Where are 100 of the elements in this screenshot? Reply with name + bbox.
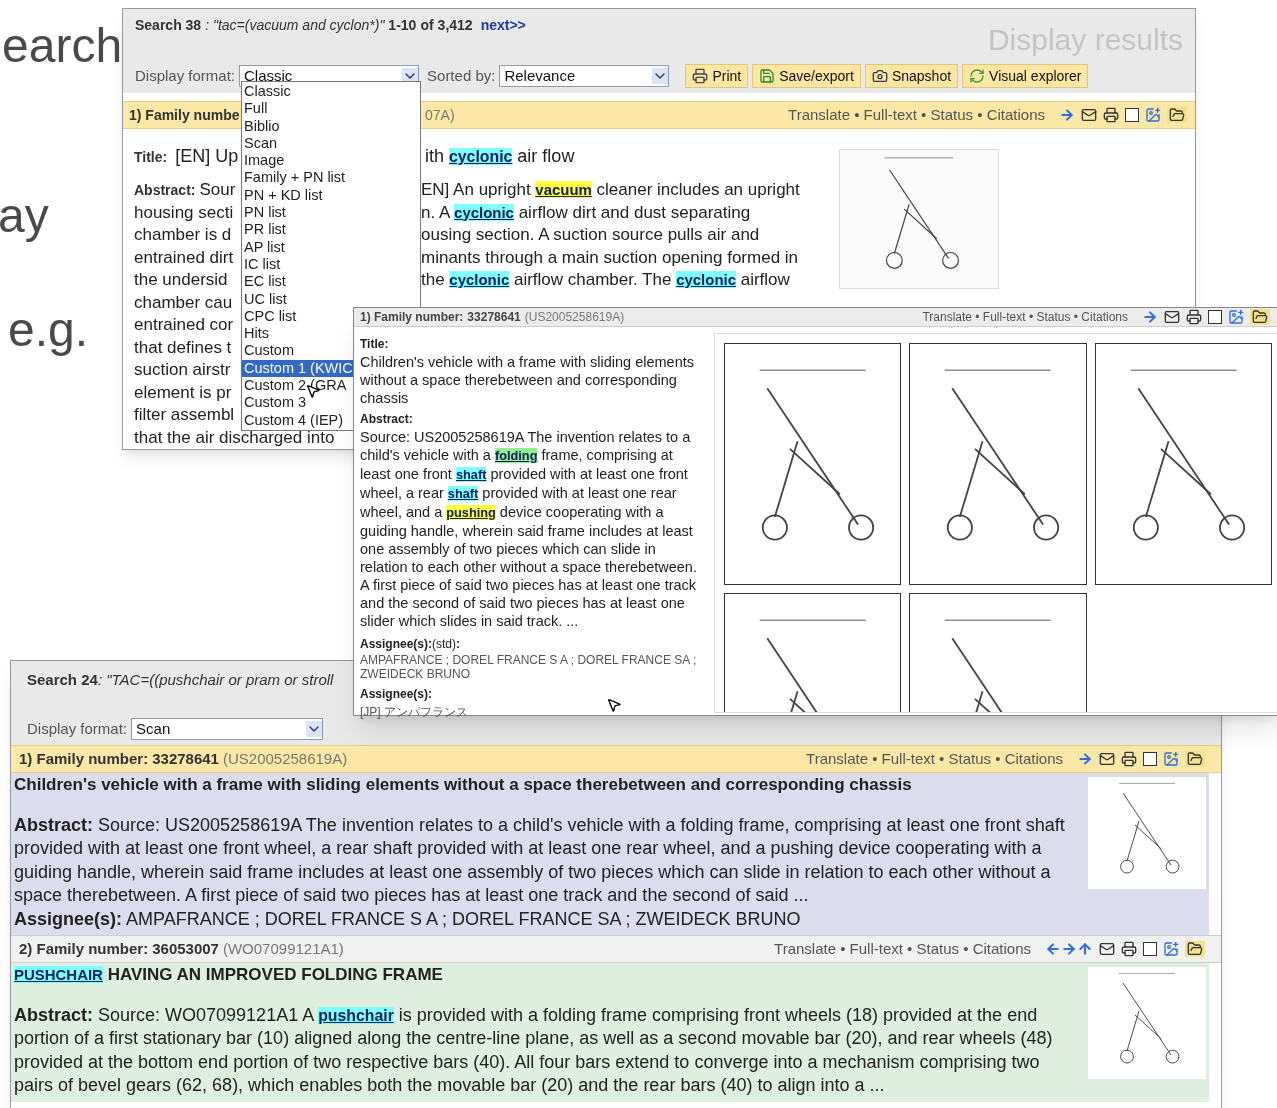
abstract-text: housing secti [134,201,234,224]
arrow-right-icon[interactable] [1059,107,1075,123]
dropdown-option[interactable]: PN list [242,204,420,222]
dropdown-option[interactable]: Custom [242,342,353,360]
toolbar-button[interactable]: Save/export [752,64,861,88]
mail-icon[interactable] [1164,309,1180,325]
select-checkbox[interactable] [1143,942,1157,956]
dropdown-option[interactable]: CPC list [242,307,353,326]
search-query: : "TAC=((pushchair or pram or stroll [97,670,334,690]
abstract-text: Abstract: Source: US2005258619A The invention relates to a child's vehicle with a folding frame, comprising at least one front shaft provided with at least one front wheel, a rear shaft provided with at least one rear wheel, and a pushing device cooperating with a guiding handle, wherein said frame includes at least one assembly of two pieces which can slide in relation to each other without a space therebetween. A first piece of said two pieces has at least one track and the second of said ... [14,813,1066,907]
toolbar-button[interactable]: Snapshot [864,64,959,88]
publication-number: 07A) [425,105,455,125]
dropdown-option[interactable]: IC list [242,255,420,274]
assignee-text: AMPAFRANCE ; DOREL FRANCE S A ; DOREL FRANCE SA ; ZWEIDECK BRUNO [360,653,698,681]
circular-arrows-icon [969,68,986,84]
abstract-text: element is pr [134,381,232,404]
next-link[interactable]: next>> [480,15,526,36]
dropdown-option[interactable]: Custom 4 (IEP) [242,411,353,429]
image-plus-icon[interactable] [1145,107,1161,123]
dropdown-option[interactable]: EC list [242,273,420,291]
family-number: 33278641 [467,309,521,326]
printer-icon[interactable] [1121,941,1137,957]
camera-icon [871,68,888,84]
mouse-cursor-icon [606,697,622,713]
save-icon [759,68,776,84]
abstract-text: the undersid [134,269,228,291]
toolbar-button[interactable]: Print [685,64,749,88]
arrow-right-icon[interactable] [1142,309,1158,325]
dropdown-option[interactable]: PN + KD list [242,186,420,205]
chevron-down-icon [306,720,323,737]
dropdown-option[interactable]: Family + PN list [242,169,420,187]
dropdown-option[interactable]: Full [242,100,420,118]
title-text: Children's vehicle with a frame with sliding elements without a space therebetween and corresponding chassis [360,353,695,407]
slide-text: e.g. [8,306,90,354]
select-checkbox[interactable] [1208,310,1222,324]
assignee-label: Assignee(s): [360,686,434,703]
dropdown-option[interactable]: Custom 1 (KWIC [242,359,353,378]
dropdown-option[interactable]: PR list [242,221,420,239]
search-label: Search 38 [135,16,202,35]
printer-icon [692,68,709,84]
folder-icon[interactable] [1250,309,1270,325]
record-links[interactable]: Translate • Full-text • Status • Citations [922,308,1128,326]
mail-icon[interactable] [1099,941,1115,957]
folder-icon[interactable] [1185,751,1205,767]
image-plus-icon[interactable] [1163,941,1179,957]
record-links[interactable]: Translate • Full-text • Status • Citations [788,103,1045,127]
dropdown-option[interactable]: Biblio [242,117,420,135]
abstract-text: chamber cau [134,291,233,314]
publication-number: (US2005258619A) [222,748,348,769]
abstract-text: Sour [199,179,236,201]
dropdown-option[interactable]: Scan [242,134,420,153]
mail-icon[interactable] [1081,107,1097,123]
abstract-text: Abstract: Source: WO07099121A1 A pushchair is provided with a folding frame comprising front wheels (18) provided at the end portion of a first stationary bar (10) aligned along the centre-line plane, as well as a second movable bar (20), and rear wheels (48) provided at the bottom end portion of two respective bars (40). All four bars extend to converge into a mechanism comprising two pairs of bevel gears (62, 68), which enables both the movable bar (20) and the rear bars (40) to align into a ... [14,1003,1054,1097]
abstract-text: EN] An upright vacuum cleaner includes an upright [421,179,800,201]
mail-icon[interactable] [1099,751,1115,767]
title-text: [EN] Up [175,145,239,168]
image-plus-icon[interactable] [1228,309,1244,325]
image-plus-icon[interactable] [1163,751,1179,767]
dropdown-option[interactable]: Custom 3 [242,394,353,412]
family-number: 33278641 [152,748,219,769]
search-label: Search 24 [27,670,98,690]
assignee-label: Assignee(s):(std): [360,636,462,653]
title-text: ith cyclonic air flow [425,145,575,168]
dropdown-option[interactable]: UC list [242,290,420,308]
record-links[interactable]: Translate • Full-text • Status • Citations [774,937,1031,961]
select-field[interactable]: Scan [131,717,324,740]
folder-icon[interactable] [1167,107,1187,123]
abstract-label: Abstract: [360,411,414,428]
family-number-label: 1) Family number: [360,309,464,326]
dropdown-option[interactable]: Image [242,152,420,170]
slide-text: earch [2,22,120,70]
select-checkbox[interactable] [1125,108,1139,122]
family-number-label: 2) Family number: [19,938,149,959]
of-label: of [420,16,434,35]
search-query: : "tac=(vacuum and cyclon*)" [205,16,385,35]
printer-icon[interactable] [1186,309,1202,325]
printer-icon[interactable] [1103,107,1119,123]
dropdown-option[interactable]: AP list [242,238,420,256]
arrow-left-icon[interactable] [1045,941,1061,957]
select-field[interactable]: Relevance [499,65,670,87]
arrow-right-icon[interactable] [1077,751,1093,767]
select-checkbox[interactable] [1143,752,1157,766]
result-range: 1-10 [388,16,417,35]
record-links[interactable]: Translate • Full-text • Status • Citations [806,747,1063,771]
abstract-label: Abstract: [134,181,196,200]
arrow-right-icon[interactable] [1061,941,1077,957]
abstract-text: ousing section. A suction source pulls air and [421,224,760,246]
family-number-label: 1) Family numbe [129,105,241,125]
folder-icon[interactable] [1185,941,1205,957]
printer-icon[interactable] [1121,751,1137,767]
abstract-text: suction airstr [134,359,231,381]
assignee-text: Assignee(s): AMPAFRANCE ; DOREL FRANCE S A ; DOREL FRANCE SA ; ZWEIDECK BRUNO [14,907,802,931]
dropdown-option[interactable]: Hits [242,325,353,343]
result-total: 3,412 [437,16,473,35]
family-number-label: 1) Family number: [19,748,149,769]
publication-number: (US2005258619A) [524,309,625,326]
publication-number: (WO07099121A1) [222,938,344,959]
result-title: PUSHCHAIR HAVING AN IMPROVED FOLDING FRAME [14,964,444,986]
toolbar-button[interactable]: Visual explorer [962,64,1089,88]
abstract-text: the cyclonic airflow chamber. The cyclonic airflow [421,269,790,291]
